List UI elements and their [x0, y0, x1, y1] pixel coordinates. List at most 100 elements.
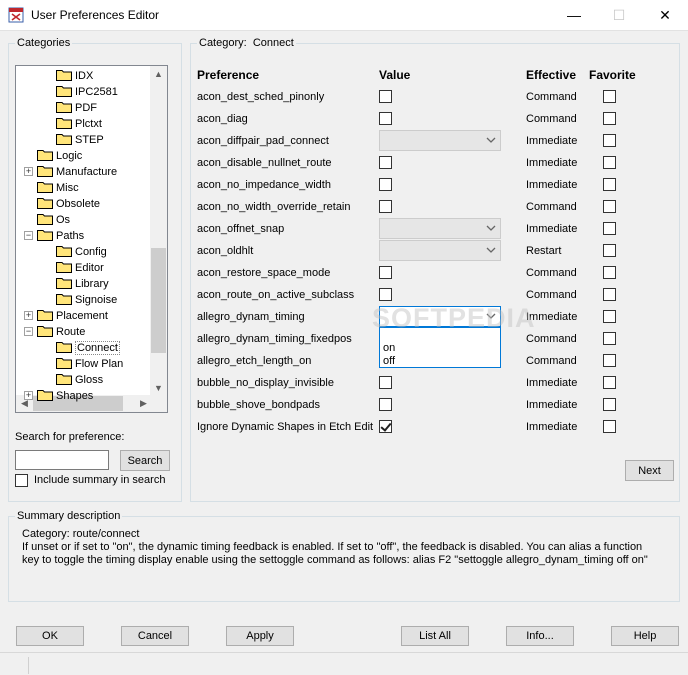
maximize-button: ☐: [612, 7, 626, 23]
value-combobox[interactable]: [379, 218, 501, 239]
expand-icon[interactable]: +: [24, 311, 33, 320]
effective-value: Immediate: [526, 135, 578, 147]
list-all-button[interactable]: List All: [401, 626, 469, 646]
preference-name: acon_disable_nullnet_route: [197, 157, 332, 169]
next-button[interactable]: Next: [625, 460, 674, 481]
tree-item-flow-plan[interactable]: Flow Plan: [56, 356, 123, 372]
search-button[interactable]: Search: [120, 450, 170, 471]
folder-icon: [56, 246, 72, 258]
tree-item-ipc2581[interactable]: IPC2581: [56, 84, 118, 100]
scroll-up-icon[interactable]: ▲: [150, 66, 167, 83]
favorite-checkbox[interactable]: [603, 134, 616, 147]
favorite-checkbox[interactable]: [603, 244, 616, 257]
favorite-checkbox[interactable]: [603, 112, 616, 125]
expand-icon[interactable]: +: [24, 391, 33, 400]
cancel-button[interactable]: Cancel: [121, 626, 189, 646]
expand-icon[interactable]: +: [24, 167, 33, 176]
apply-button[interactable]: Apply: [226, 626, 294, 646]
tree-item-route[interactable]: Route: [37, 324, 85, 340]
minimize-button[interactable]: —: [551, 0, 597, 30]
tree-item-label: Shapes: [56, 390, 94, 403]
collapse-icon[interactable]: −: [24, 231, 33, 240]
scrollbar-corner: [150, 395, 167, 412]
tree-item-connect[interactable]: Connect: [56, 340, 120, 356]
preference-name: bubble_shove_bondpads: [197, 399, 320, 411]
tree-item-label: Obsolete: [56, 198, 101, 211]
tree-item-idx[interactable]: IDX: [56, 68, 93, 84]
tree-item-obsolete[interactable]: Obsolete: [37, 196, 100, 212]
favorite-checkbox[interactable]: [603, 398, 616, 411]
info-button[interactable]: Info...: [506, 626, 574, 646]
value-checkbox[interactable]: [379, 266, 392, 279]
favorite-checkbox[interactable]: [603, 332, 616, 345]
preference-name: acon_no_impedance_width: [197, 179, 331, 191]
close-button[interactable]: ✕: [642, 0, 688, 30]
ok-button[interactable]: OK: [16, 626, 84, 646]
tree-item-library[interactable]: Library: [56, 276, 109, 292]
scrollbar-thumb[interactable]: [151, 248, 166, 353]
favorite-checkbox[interactable]: [603, 376, 616, 389]
chevron-down-icon: [486, 313, 496, 319]
tree-vertical-scrollbar[interactable]: ▲ ▼: [150, 66, 167, 397]
value-header: Value: [379, 68, 411, 82]
value-checkbox[interactable]: [379, 376, 392, 389]
preference-name: acon_offnet_snap: [197, 223, 285, 235]
dropdown-option-off[interactable]: off: [383, 355, 395, 367]
tree-item-label: Paths: [56, 230, 85, 243]
tree-item-misc[interactable]: Misc: [37, 180, 79, 196]
tree-item-signoise[interactable]: Signoise: [56, 292, 117, 308]
category-tree[interactable]: ▲ ▼ ◀ ▶ IDX IPC2581 PDF Plctxt STEP Logic Manu…: [15, 65, 168, 413]
favorite-checkbox[interactable]: [603, 288, 616, 301]
status-divider: [28, 657, 29, 674]
dropdown-option-on[interactable]: on: [383, 342, 395, 354]
search-input[interactable]: [15, 450, 109, 470]
include-summary-checkbox[interactable]: [15, 474, 28, 487]
value-checkbox[interactable]: [379, 178, 392, 191]
tree-item-paths[interactable]: Paths: [37, 228, 84, 244]
folder-icon: [37, 166, 53, 178]
tree-item-config[interactable]: Config: [56, 244, 107, 260]
tree-item-placement[interactable]: Placement: [37, 308, 108, 324]
tree-item-gloss[interactable]: Gloss: [56, 372, 103, 388]
favorite-checkbox[interactable]: [603, 156, 616, 169]
favorite-checkbox[interactable]: [603, 310, 616, 323]
summary-legend: Summary description: [17, 510, 121, 522]
tree-item-os[interactable]: Os: [37, 212, 70, 228]
value-combobox[interactable]: [379, 130, 501, 151]
preference-name: Ignore Dynamic Shapes in Etch Edit: [197, 421, 374, 433]
collapse-icon[interactable]: −: [24, 327, 33, 336]
effective-value: Immediate: [526, 311, 578, 323]
folder-icon: [56, 294, 72, 306]
tree-item-label: Flow Plan: [75, 358, 124, 371]
folder-icon: [37, 390, 53, 402]
help-button[interactable]: Help: [611, 626, 679, 646]
favorite-checkbox[interactable]: [603, 354, 616, 367]
tree-item-logic[interactable]: Logic: [37, 148, 82, 164]
tree-item-manufacture[interactable]: Manufacture: [37, 164, 117, 180]
preference-name: allegro_dynam_timing: [197, 311, 305, 323]
summary-line: key to toggle the timing display enable …: [22, 554, 648, 566]
value-combobox[interactable]: [379, 306, 501, 327]
value-checkbox[interactable]: [379, 112, 392, 125]
value-checkbox[interactable]: [379, 288, 392, 301]
favorite-checkbox[interactable]: [603, 222, 616, 235]
tree-item-step[interactable]: STEP: [56, 132, 104, 148]
value-checkbox[interactable]: [379, 398, 392, 411]
tree-item-shapes[interactable]: Shapes: [37, 388, 93, 404]
value-checkbox[interactable]: [379, 420, 392, 433]
favorite-checkbox[interactable]: [603, 420, 616, 433]
tree-item-pdf[interactable]: PDF: [56, 100, 97, 116]
value-checkbox[interactable]: [379, 156, 392, 169]
value-checkbox[interactable]: [379, 90, 392, 103]
favorite-checkbox[interactable]: [603, 200, 616, 213]
value-checkbox[interactable]: [379, 200, 392, 213]
value-combobox[interactable]: [379, 240, 501, 261]
tree-item-editor[interactable]: Editor: [56, 260, 104, 276]
tree-item-plctxt[interactable]: Plctxt: [56, 116, 102, 132]
favorite-checkbox[interactable]: [603, 178, 616, 191]
favorite-checkbox[interactable]: [603, 90, 616, 103]
value-dropdown-list[interactable]: on off: [379, 327, 501, 368]
tree-item-label: Config: [75, 246, 107, 259]
favorite-checkbox[interactable]: [603, 266, 616, 279]
effective-value: Immediate: [526, 157, 578, 169]
